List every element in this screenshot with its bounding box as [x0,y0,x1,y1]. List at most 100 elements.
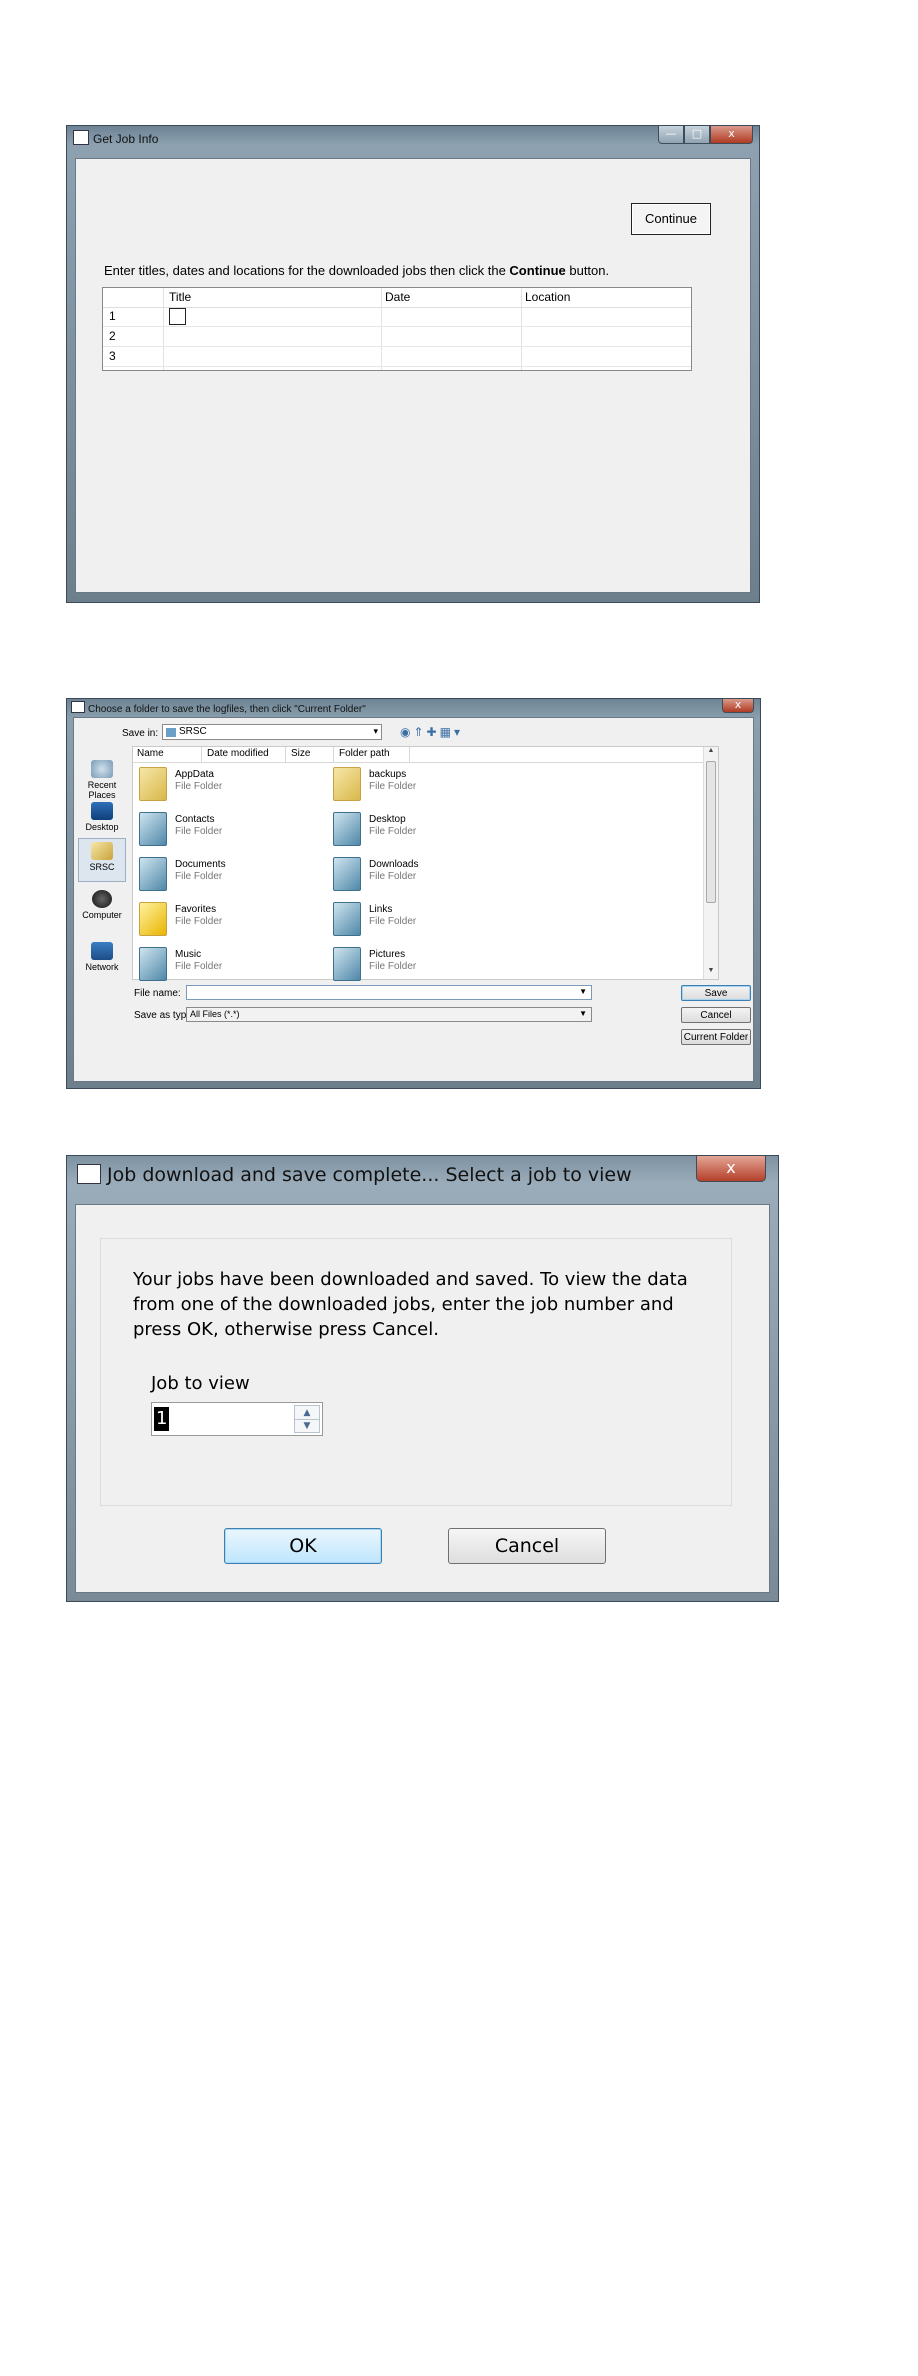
item-name: Links [369,904,393,915]
folder-icon [91,842,113,860]
continue-button[interactable]: Continue [631,203,711,235]
list-item[interactable]: Pictures File Folder [329,943,519,987]
place-label: SRSC [89,862,115,872]
ok-button[interactable]: OK [224,1528,382,1564]
up-folder-icon[interactable]: ⇑ [413,725,426,739]
links-folder-icon [333,902,361,936]
column-header-size[interactable]: Size [291,748,310,759]
favorites-folder-icon [139,902,167,936]
table-row[interactable]: 3 [103,347,691,367]
contacts-folder-icon [139,812,167,846]
item-type: File Folder [175,871,223,882]
spin-buttons[interactable]: ▲ ▼ [294,1405,320,1433]
instruction-bold: Continue [509,263,566,278]
job-to-view-label: Job to view [151,1373,250,1394]
cancel-button[interactable]: Cancel [681,1007,751,1023]
table-row[interactable]: 2 [103,327,691,347]
place-label: Recent Places [87,780,117,800]
recent-places-icon [91,760,113,778]
caption-buttons: — □ x [658,126,753,145]
place-recent-places[interactable]: Recent Places [78,760,126,800]
save-in-label: Save in: [122,728,159,739]
place-desktop[interactable]: Desktop [78,802,126,832]
list-item[interactable]: backups File Folder [329,763,519,807]
list-item[interactable]: Contacts File Folder [135,808,325,852]
close-icon[interactable]: x [696,1156,766,1182]
spin-down-icon[interactable]: ▼ [295,1419,319,1432]
maximize-icon[interactable]: □ [684,126,710,144]
caption-buttons: x [722,699,754,718]
job-view-dialog: Job download and save complete... Select… [66,1155,779,1602]
save-as-type-value: All Files (*.*) [190,1009,240,1019]
list-item[interactable]: AppData File Folder [135,763,325,807]
column-header-title: Title [169,290,192,304]
window-title: Job download and save complete... Select… [107,1164,632,1186]
item-name: Pictures [369,949,406,960]
window-title: Choose a folder to save the logfiles, th… [88,704,366,715]
scrollbar-thumb[interactable] [706,761,716,903]
pictures-folder-icon [333,947,361,981]
save-button[interactable]: Save [681,985,751,1001]
item-name: Contacts [175,814,215,825]
place-computer[interactable]: Computer [78,890,126,920]
list-item[interactable]: Favorites File Folder [135,898,325,942]
app-icon [77,1164,101,1184]
instruction-text: Enter titles, dates and locations for th… [104,263,609,278]
vertical-scrollbar[interactable]: ▲ ▼ [703,747,718,979]
table-row[interactable]: 1 [103,307,691,327]
item-name: AppData [175,769,214,780]
save-in-dropdown[interactable]: SRSC ▾ [162,724,382,740]
back-icon[interactable]: ◉ [400,725,413,739]
view-menu-icon[interactable]: ▦▾ [440,725,463,739]
row-number: 1 [109,309,116,323]
message-text: Your jobs have been downloaded and saved… [133,1269,688,1340]
job-number-value[interactable]: 1 [154,1407,170,1431]
cancel-button[interactable]: Cancel [448,1528,606,1564]
get-job-info-window: Get Job Info — □ x Continue Enter titles… [66,125,760,603]
list-item[interactable]: Downloads File Folder [329,853,519,897]
window-title-bar: Get Job Info [73,129,158,149]
desktop-folder-icon [333,812,361,846]
scroll-up-icon[interactable]: ▲ [704,747,718,759]
folder-icon [166,728,176,737]
file-name-input[interactable]: ▼ [186,985,592,1000]
list-item[interactable]: Desktop File Folder [329,808,519,852]
current-folder-button[interactable]: Current Folder [681,1029,751,1045]
column-header-name[interactable]: Name [137,748,164,759]
column-header-location: Location [525,290,571,304]
place-network[interactable]: Network [78,942,126,972]
list-item[interactable]: Music File Folder [135,943,325,987]
new-folder-icon[interactable]: ✚ [427,725,440,739]
column-header-folder-path[interactable]: Folder path [339,748,390,759]
item-type: File Folder [175,916,223,927]
list-item[interactable]: Documents File Folder [135,853,325,897]
place-srsc[interactable]: SRSC [78,838,126,882]
window-title-bar: Choose a folder to save the logfiles, th… [71,701,366,715]
title-cell-editor[interactable] [169,308,186,325]
close-icon[interactable]: x [710,126,753,144]
minimize-icon[interactable]: — [658,126,684,144]
spin-up-icon[interactable]: ▲ [295,1406,319,1420]
scroll-down-icon[interactable]: ▼ [704,967,718,979]
computer-icon [92,890,112,908]
item-name: Documents [175,859,226,870]
item-type: File Folder [369,871,417,882]
column-header-date-modified[interactable]: Date modified [207,748,269,759]
app-icon [73,130,89,145]
desktop-icon [91,802,113,820]
job-number-stepper[interactable]: 1 ▲ ▼ [151,1402,323,1436]
navigation-toolbar: ◉⇑✚▦▾ [400,725,463,739]
file-list-header: Name Date modified Size Folder path [133,747,718,763]
close-icon[interactable]: x [722,699,754,713]
list-item[interactable]: Links File Folder [329,898,519,942]
save-as-type-dropdown[interactable]: All Files (*.*) ▼ [186,1007,592,1022]
column-header-date: Date [385,290,411,304]
app-icon [71,701,85,713]
documents-folder-icon [139,857,167,891]
network-icon [91,942,113,960]
item-type: File Folder [369,916,417,927]
message-panel: Your jobs have been downloaded and saved… [100,1238,732,1506]
chevron-down-icon[interactable]: ▼ [579,987,587,996]
window-client-area: Save in: SRSC ▾ ◉⇑✚▦▾ Recent Places Desk… [73,717,754,1082]
folder-icon [333,767,361,801]
